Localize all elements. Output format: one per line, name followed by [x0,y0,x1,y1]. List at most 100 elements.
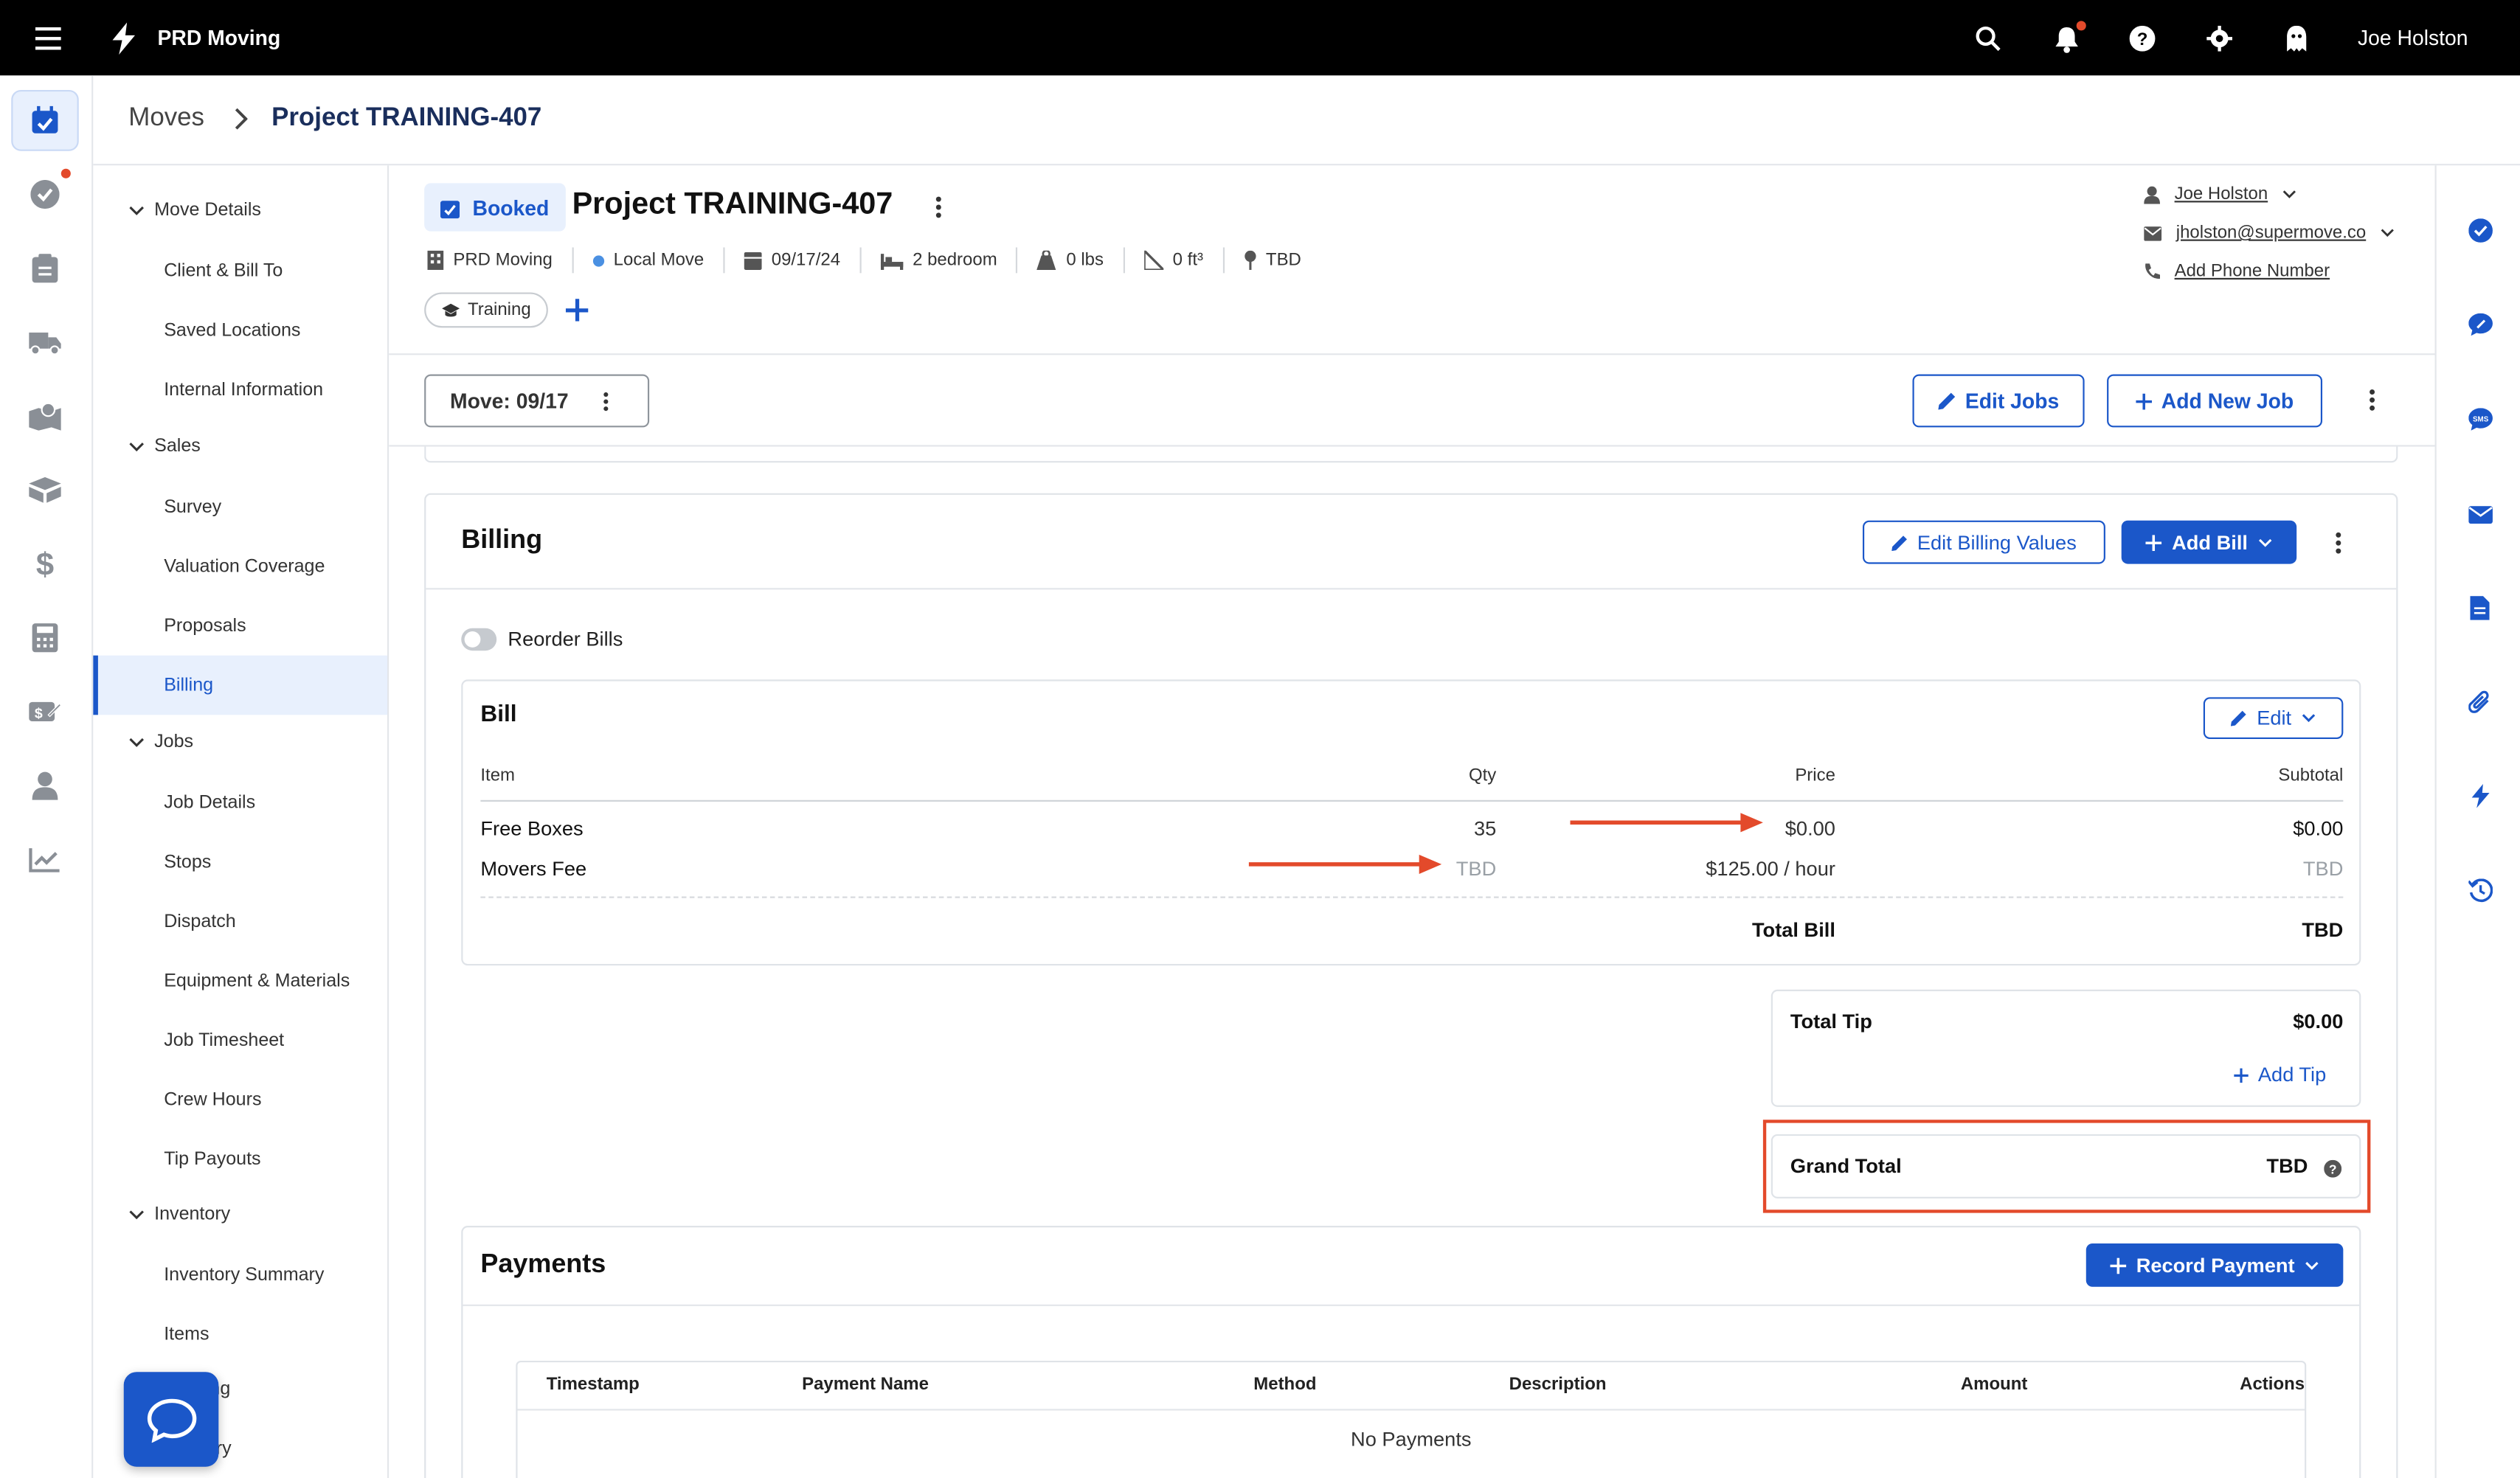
chevron-down-icon [129,737,144,746]
edit-billing-values-button[interactable]: Edit Billing Values [1862,520,2105,564]
edit-bill-button[interactable]: Edit [2203,697,2344,739]
nav-item-dispatch[interactable]: Dispatch [93,892,387,951]
chevron-down-icon [2258,538,2271,547]
more-options-icon[interactable] [2325,530,2351,556]
paperclip-icon[interactable] [2462,684,2498,720]
chat-pencil-icon[interactable] [2462,307,2498,342]
divider [480,896,2344,898]
nav-item-job-details[interactable]: Job Details [93,773,387,833]
add-tag-plus-icon[interactable] [562,296,591,325]
column-header-actions: Actions [2240,1375,2305,1395]
reorder-bills-label: Reorder Bills [508,628,623,651]
breadcrumb-current: Project TRAINING-407 [271,104,542,132]
nav-item-items[interactable]: Items [93,1305,387,1364]
nav-item-saved-locations[interactable]: Saved Locations [93,300,387,360]
add-new-job-button[interactable]: Add New Job [2107,374,2323,428]
ghost-icon[interactable] [2280,22,2313,55]
envelope-icon[interactable] [2462,496,2498,532]
company-name: PRD Moving [453,250,553,270]
invoice-edit-icon[interactable]: $ [11,681,78,743]
chat-bubble-icon [146,1398,196,1442]
nav-item-tip-payouts[interactable]: Tip Payouts [93,1129,387,1189]
project-header: Booked Project TRAINING-407 PRD Moving L… [389,165,2435,355]
settings-gear-icon[interactable] [2204,22,2236,55]
map-pin-icon[interactable] [11,386,78,447]
check-circle-icon[interactable] [2462,212,2498,248]
more-options-icon[interactable] [2359,387,2385,413]
bill-title: Bill [480,701,517,728]
add-bill-button[interactable]: Add Bill [2121,520,2297,564]
nav-item-internal-information[interactable]: Internal Information [93,360,387,420]
column-header-item: Item [480,766,516,786]
nav-item-proposals[interactable]: Proposals [93,596,387,656]
dollar-icon[interactable]: $ [11,533,78,594]
user-name[interactable]: Joe Holston [2358,26,2468,50]
sms-icon[interactable]: SMS [2462,402,2498,437]
grand-total-label: Grand Total [1790,1155,1902,1178]
svg-text:$: $ [35,706,43,722]
help-icon[interactable]: ? [2126,22,2159,55]
nav-section-sales[interactable]: Sales [128,437,201,457]
chevron-right-icon [235,108,248,130]
more-options-icon[interactable] [927,195,950,221]
clipboard-icon[interactable] [11,237,78,299]
nav-item-inventory-summary[interactable]: Inventory Summary [93,1245,387,1305]
analytics-chart-icon[interactable] [11,829,78,890]
notification-bell-icon[interactable] [2051,21,2086,56]
status-badge[interactable]: Booked [424,183,566,232]
move-date: 09/17/24 [771,250,841,270]
svg-text:?: ? [2328,1161,2336,1176]
divider [463,1304,2360,1306]
calculator-icon[interactable] [11,607,78,668]
more-options-icon [603,392,609,412]
calendar-icon[interactable] [11,89,79,151]
bill-card: Bill Edit Item Qty Price Subtotal Free B… [461,679,2361,966]
nav-item-survey[interactable]: Survey [93,477,387,537]
help-tooltip-icon[interactable]: ? [2322,1159,2341,1178]
move-selector[interactable]: Move: 09/17 [424,374,650,428]
boxes-icon[interactable] [11,459,78,521]
nav-section-jobs[interactable]: Jobs [128,732,193,752]
alert-dot [60,168,71,178]
nav-item-stops[interactable]: Stops [93,832,387,892]
truck-icon[interactable] [11,312,78,373]
app-name: PRD Moving [157,25,281,50]
tag-chip[interactable]: Training [424,292,549,328]
document-icon[interactable] [2462,589,2498,625]
search-icon[interactable] [1972,22,2004,55]
person-icon[interactable] [11,755,78,816]
edit-jobs-button[interactable]: Edit Jobs [1912,374,2085,428]
nav-item-crew-hours[interactable]: Crew Hours [93,1070,387,1130]
home-size: 2 bedroom [913,250,997,270]
nav-item-equipment-materials[interactable]: Equipment & Materials [93,951,387,1011]
record-payment-button[interactable]: Record Payment [2085,1243,2344,1287]
location-pin-icon [1244,250,1256,270]
add-phone-link: Add Phone Number [2174,262,2330,282]
add-tip-button[interactable]: Add Tip [2234,1064,2326,1086]
move-type: Local Move [613,250,705,270]
nav-item-valuation-coverage[interactable]: Valuation Coverage [93,537,387,597]
payments-title: Payments [480,1249,606,1279]
contact-email-row[interactable]: jholston@supermove.co [2144,223,2395,243]
check-circle-icon[interactable] [11,164,78,225]
nav-item-billing[interactable]: Billing [93,655,388,715]
breadcrumb-moves-link[interactable]: Moves [128,105,204,133]
nav-section-inventory[interactable]: Inventory [128,1205,230,1224]
hamburger-menu-icon[interactable] [29,19,67,58]
divider [426,588,2397,590]
lightning-icon[interactable] [2462,777,2498,813]
move-type-dot [592,254,604,266]
column-header-qty: Qty [1468,766,1497,786]
chevron-down-icon [2302,714,2315,723]
nav-item-job-timesheet[interactable]: Job Timesheet [93,1010,387,1070]
add-phone-row[interactable]: Add Phone Number [2144,262,2330,281]
nav-section-move-details[interactable]: Move Details [128,201,261,220]
reorder-bills-toggle[interactable] [461,628,497,651]
chevron-down-icon [2305,1260,2319,1269]
nav-item-client-bill-to[interactable]: Client & Bill To [93,241,387,301]
column-header-subtotal: Subtotal [2278,766,2344,786]
history-icon[interactable] [2462,872,2498,908]
divider [480,799,2344,802]
chat-support-button[interactable] [123,1372,219,1467]
contact-name-row[interactable]: Joe Holston [2144,184,2296,204]
